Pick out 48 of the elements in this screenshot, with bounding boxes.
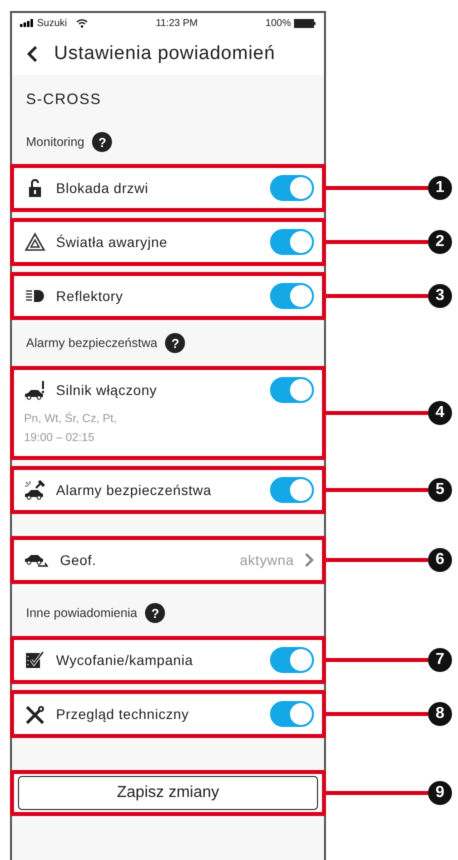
battery-icon	[294, 18, 316, 28]
toggle-switch[interactable]	[270, 377, 314, 403]
callout-number: 7	[428, 648, 452, 672]
help-icon[interactable]: ?	[92, 132, 112, 152]
highlighted-setting-row[interactable]: Geof. aktywna	[10, 536, 326, 584]
wrench-screwdriver-icon	[24, 704, 46, 724]
battery-percent: 100%	[265, 18, 291, 28]
callout-number: 9	[428, 781, 452, 805]
chevron-right-icon	[304, 552, 314, 568]
section-title: Alarmy bezpieczeństwa	[26, 336, 158, 350]
help-icon[interactable]: ?	[165, 333, 186, 353]
section-title: Inne powiadomienia	[26, 606, 138, 620]
vehicle-name: S-CROSS	[25, 90, 102, 108]
signal-icon	[20, 19, 34, 27]
toggle-switch[interactable]	[270, 701, 314, 727]
car-alert-icon	[24, 380, 46, 400]
setting-label: Blokada drzwi	[56, 180, 150, 196]
setting-label: Silnik włączony	[56, 382, 158, 398]
callout-number: 6	[428, 548, 452, 572]
toggle-switch[interactable]	[270, 175, 314, 201]
clock-time: 11:23 PM	[156, 18, 198, 28]
schedule-text: Pn, Wt, Śr, Cz, Pt, 19:00 – 02:15	[23, 410, 118, 446]
carrier-name: Suzuki	[37, 18, 68, 28]
setting-label: Przegląd techniczny	[56, 706, 190, 722]
setting-label: Alarmy bezpieczeństwa	[56, 482, 212, 498]
callout-number: 1	[428, 176, 452, 200]
setting-label: Reflektory	[56, 288, 124, 304]
hazard-triangle-icon	[24, 232, 46, 252]
wifi-icon	[76, 18, 88, 28]
setting-label: Wycofanie/kampania	[56, 652, 194, 668]
help-icon[interactable]: ?	[145, 603, 166, 623]
toggle-switch[interactable]	[270, 229, 314, 255]
callout-number: 4	[428, 401, 452, 425]
status-value: aktywna	[240, 552, 294, 568]
screen-title: Ustawienia powiadomień	[54, 43, 276, 65]
checklist-icon	[24, 650, 46, 670]
callout-number: 2	[428, 230, 452, 254]
toggle-switch[interactable]	[270, 477, 314, 503]
callout-number: 5	[428, 478, 452, 502]
car-hammer-icon	[24, 480, 46, 500]
setting-label: Geof.	[60, 552, 98, 568]
setting-label: Światła awaryjne	[56, 234, 168, 250]
save-changes-button[interactable]: Zapisz zmiany	[18, 776, 318, 810]
callout-number: 3	[428, 284, 452, 308]
toggle-switch[interactable]	[270, 283, 314, 309]
toggle-switch[interactable]	[270, 647, 314, 673]
callout-number: 8	[428, 702, 452, 726]
section-title: Monitoring	[26, 135, 84, 149]
